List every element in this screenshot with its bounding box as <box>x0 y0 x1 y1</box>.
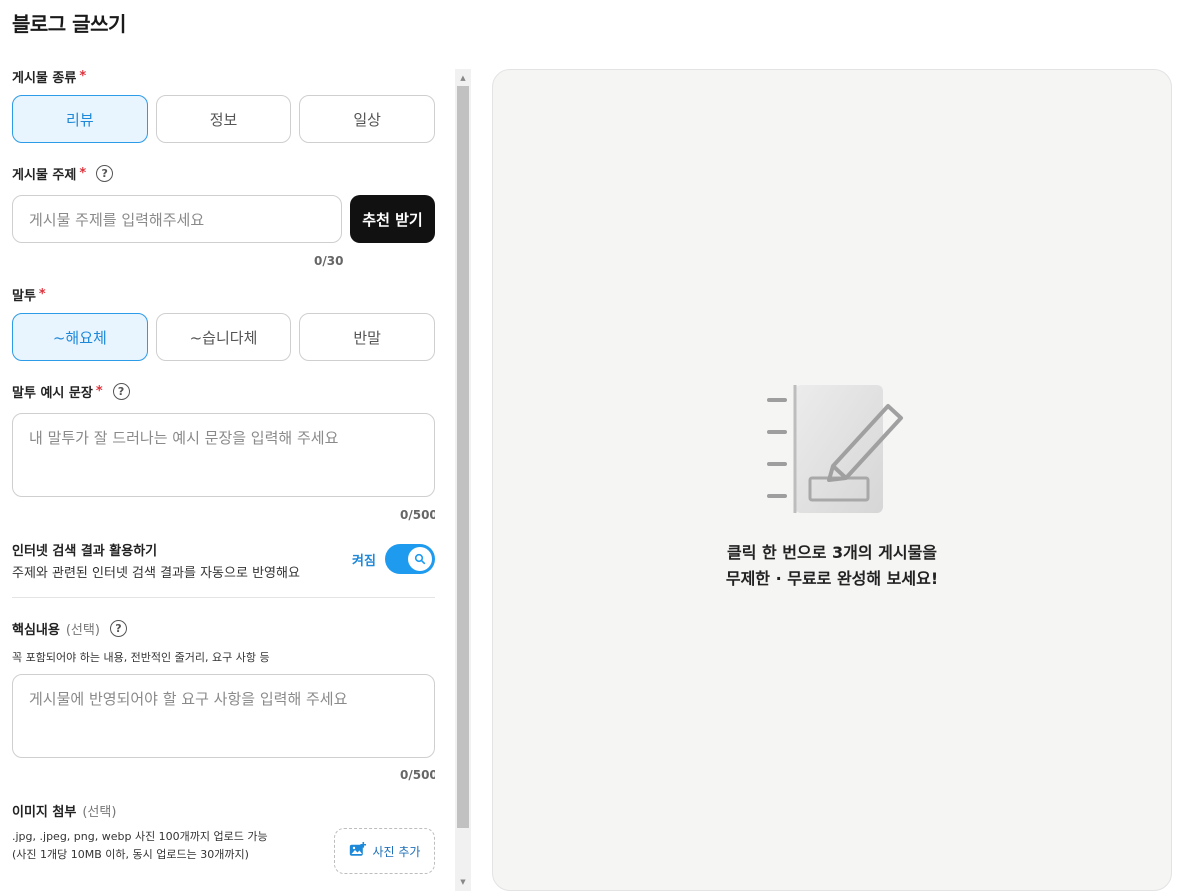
help-icon[interactable]: ? <box>96 165 114 182</box>
topic-label-text: 게시물 주제 <box>12 168 77 183</box>
tone-selector: ~해요체 ~습니다체 반말 <box>12 313 435 361</box>
required-mark: * <box>38 287 46 302</box>
key-content-label: 핵심내용 (선택) ? <box>12 619 127 638</box>
tone-example-label: 말투 예시 문장 * ? <box>12 382 130 401</box>
notebook-pencil-icon <box>763 380 913 524</box>
help-icon[interactable]: ? <box>112 383 130 400</box>
key-content-label-text: 핵심내용 <box>12 623 60 638</box>
web-search-toggle[interactable] <box>385 544 435 574</box>
preview-message-line1: 클릭 한 번으로 3개의 게시물을 <box>726 543 938 562</box>
topic-counter: 0/30 <box>314 254 344 268</box>
tone-example-textarea[interactable]: 내 말투가 잘 드러나는 예시 문장을 입력해 주세요 <box>12 413 435 497</box>
preview-message-line2: 무제한 · 무료로 완성해 보세요! <box>725 569 939 588</box>
preview-panel: 클릭 한 번으로 3개의 게시물을 무제한 · 무료로 완성해 보세요! <box>492 69 1172 891</box>
key-content-textarea[interactable]: 게시물에 반영되어야 할 요구 사항을 입력해 주세요 <box>12 674 435 758</box>
post-type-option-daily[interactable]: 일상 <box>299 95 435 143</box>
image-attach-label: 이미지 첨부 (선택) <box>12 801 116 820</box>
preview-message: 클릭 한 번으로 3개의 게시물을 무제한 · 무료로 완성해 보세요! <box>493 540 1171 592</box>
search-icon <box>408 547 432 571</box>
tone-option-seumnida[interactable]: ~습니다체 <box>155 313 292 361</box>
divider <box>12 597 435 598</box>
tone-option-haeyo[interactable]: ~해요체 <box>12 313 148 361</box>
image-attach-info-line2: (사진 1개당 10MB 이하, 동시 업로드는 30개까지) <box>12 848 249 861</box>
scroll-thumb[interactable] <box>457 86 469 828</box>
web-search-title: 인터넷 검색 결과 활용하기 <box>12 544 158 559</box>
tone-option-banmal[interactable]: 반말 <box>299 313 435 361</box>
web-search-description: 주제와 관련된 인터넷 검색 결과를 자동으로 반영해요 <box>12 566 300 581</box>
form-scrollbar[interactable]: ▲ ▼ <box>455 69 471 891</box>
key-content-hint: 꼭 포함되어야 하는 내용, 전반적인 줄거리, 요구 사항 등 <box>12 651 270 664</box>
add-photo-label: 사진 추가 <box>372 844 421 859</box>
topic-input[interactable]: 게시물 주제를 입력해주세요 <box>12 195 342 243</box>
required-mark: * <box>79 166 87 181</box>
post-type-label: 게시물 종류 * <box>12 67 86 86</box>
tone-label-text: 말투 <box>12 289 36 304</box>
page-title: 블로그 글쓰기 <box>12 12 126 36</box>
add-photo-button[interactable]: 사진 추가 <box>334 828 435 874</box>
image-attach-label-text: 이미지 첨부 <box>12 805 77 820</box>
blog-form: 게시물 종류 * 리뷰 정보 일상 게시물 주제 * ? 게시물 주제를 입력해… <box>12 60 435 896</box>
help-icon[interactable]: ? <box>109 620 127 637</box>
topic-label: 게시물 주제 * ? <box>12 164 114 183</box>
tone-example-label-text: 말투 예시 문장 <box>12 386 93 401</box>
recommend-button[interactable]: 추천 받기 <box>350 195 435 243</box>
required-mark: * <box>95 384 103 399</box>
web-search-state: 켜짐 <box>352 554 376 569</box>
required-mark: * <box>79 69 87 84</box>
optional-mark: (선택) <box>82 805 117 820</box>
post-type-selector: 리뷰 정보 일상 <box>12 95 435 143</box>
tone-example-counter: 0/500 <box>400 508 435 522</box>
scroll-up-icon[interactable]: ▲ <box>455 71 471 85</box>
post-type-option-info[interactable]: 정보 <box>155 95 292 143</box>
post-type-label-text: 게시물 종류 <box>12 71 77 86</box>
image-attach-info: .jpg, .jpeg, png, webp 사진 100개까지 업로드 가능 … <box>12 828 268 864</box>
optional-mark: (선택) <box>65 623 100 638</box>
image-attach-info-line1: .jpg, .jpeg, png, webp 사진 100개까지 업로드 가능 <box>12 830 268 843</box>
post-type-option-review[interactable]: 리뷰 <box>12 95 148 143</box>
tone-label: 말투 * <box>12 285 46 304</box>
image-add-icon <box>349 841 366 860</box>
scroll-down-icon[interactable]: ▼ <box>455 875 471 889</box>
key-content-counter: 0/500 <box>400 768 435 782</box>
